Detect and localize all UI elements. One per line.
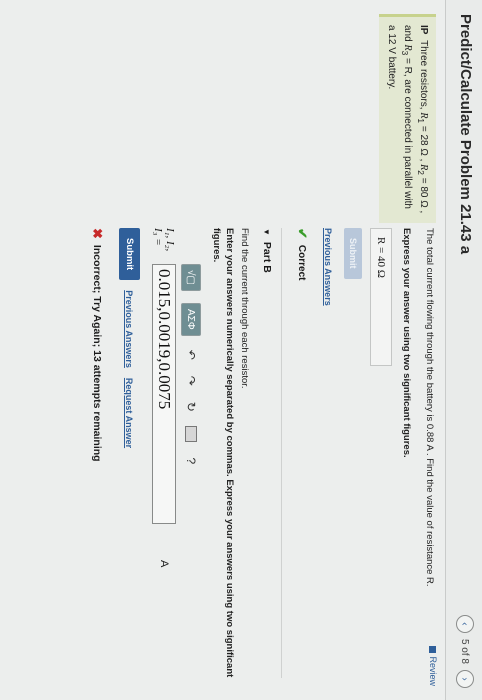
submit-button[interactable]: Submit [119, 228, 140, 281]
part-b-actions: Submit Previous Answers Request Answer [119, 228, 140, 683]
chevron-right-icon[interactable]: › [456, 670, 474, 688]
x-icon: ✖ [90, 228, 105, 239]
redo-icon[interactable]: ↷ [184, 374, 198, 388]
chevron-left-icon[interactable]: ‹ [456, 614, 474, 633]
reset-icon[interactable]: ↻ [184, 400, 198, 414]
part-a-previous-answers-link[interactable]: Previous Answers [323, 228, 333, 306]
part-b-header[interactable]: ▼ Part B [261, 228, 273, 683]
page-indicator: 5 of 8 [459, 638, 471, 664]
symbols-button[interactable]: ΑΣΦ [181, 302, 201, 336]
part-a-status: ✔ Correct [295, 228, 310, 281]
templates-button[interactable]: √▢ [181, 264, 201, 291]
previous-answers-link[interactable]: Previous Answers [125, 290, 135, 368]
part-a-instruction: Express your answer using two significan… [401, 228, 412, 458]
check-icon: ✔ [295, 228, 310, 239]
keyboard-icon[interactable] [185, 425, 197, 442]
math-toolbar: √▢ ΑΣΦ ↶ ↷ ↻ ? [180, 264, 202, 683]
help-button[interactable]: ? [184, 454, 198, 468]
unit-label: A [158, 560, 170, 568]
page-header: Predict/Calculate Problem 21.43 a ‹ 5 of… [445, 0, 482, 700]
part-b-instruction: Enter your answers numerically separated… [211, 228, 235, 678]
undo-icon[interactable]: ↶ [184, 348, 198, 362]
main-content: The total current flowing through the ba… [89, 228, 436, 683]
divider [281, 228, 282, 678]
variables-label: I₁, I₂, I₃ = [152, 228, 176, 252]
collapse-triangle-icon: ▼ [262, 228, 272, 236]
page-title: Predict/Calculate Problem 21.43 a [457, 14, 474, 255]
answer-input[interactable]: 0.015,0.0019,0.0075 [152, 264, 176, 524]
part-a-submit-button: Submit [344, 228, 362, 279]
problem-label: IP [418, 25, 429, 35]
part-a-prompt: The total current flowing through the ba… [424, 228, 435, 587]
page-frame: Predict/Calculate Problem 21.43 a ‹ 5 of… [0, 0, 482, 700]
pagination: ‹ 5 of 8 › [456, 614, 474, 688]
part-b-answer-row: I₁, I₂, I₃ = 0.015,0.0019,0.0075 A [152, 228, 176, 683]
part-b-prompt: Find the current through each resistor. [239, 228, 250, 389]
request-answer-link[interactable]: Request Answer [125, 378, 135, 448]
problem-statement: IP Three resistors, R1 = 28 Ω , R2 = 80 … [379, 14, 436, 223]
part-a-answer: R = 40 Ω [370, 228, 392, 366]
feedback-message: ✖ Incorrect; Try Again; 13 attempts rema… [90, 228, 105, 462]
